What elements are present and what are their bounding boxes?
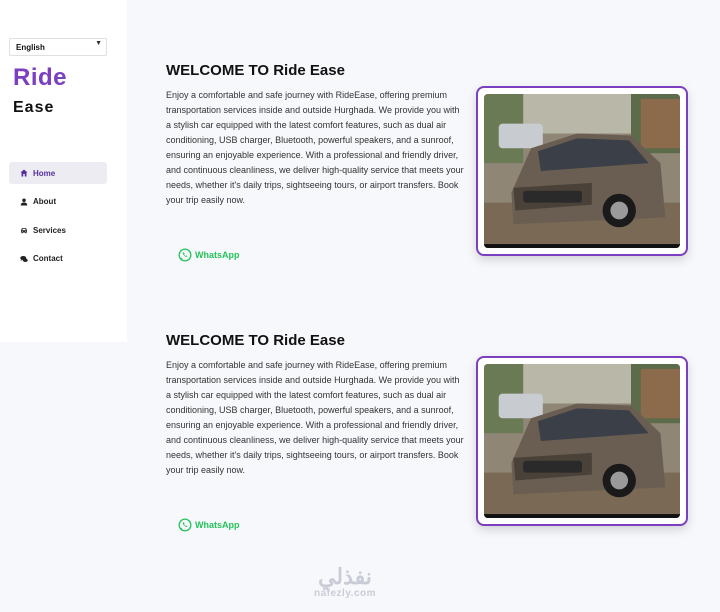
language-select[interactable]: English ▼ (9, 38, 107, 56)
whatsapp-icon (178, 248, 192, 262)
nav-item-home[interactable]: Home (9, 162, 107, 184)
whatsapp-button[interactable]: WhatsApp (178, 248, 240, 262)
whatsapp-label: WhatsApp (195, 520, 240, 530)
section-title: WELCOME TO Ride Ease (166, 62, 345, 79)
watermark-arabic: نفذلي (318, 564, 372, 589)
home-icon (18, 169, 30, 177)
language-select-value: English (16, 43, 45, 52)
brand-line-2: Ease (13, 99, 55, 116)
section-body: Enjoy a comfortable and safe journey wit… (166, 360, 464, 475)
nav-item-label: Home (33, 168, 56, 178)
section-body: Enjoy a comfortable and safe journey wit… (166, 90, 464, 205)
nav-item-label: Services (33, 225, 66, 235)
nav-item-label: About (33, 197, 57, 206)
sidebar: English ▼ Ride Ease Home About Services (0, 0, 127, 342)
whatsapp-label: WhatsApp (195, 250, 240, 260)
car-photo (484, 94, 680, 248)
nav-item-about[interactable]: About (9, 191, 107, 213)
nav-item-contact[interactable]: Contact (9, 248, 107, 270)
section-title: WELCOME TO Ride Ease (166, 332, 345, 349)
welcome-section-1: WELCOME TO Ride Ease Enjoy a comfortable… (166, 62, 706, 262)
user-icon (18, 198, 30, 206)
chevron-down-icon: ▼ (95, 40, 102, 47)
nav-item-label: Contact (33, 254, 63, 263)
whatsapp-icon (178, 518, 192, 532)
welcome-section-2: WELCOME TO Ride Ease Enjoy a comfortable… (166, 332, 706, 532)
watermark-latin: nafezly.com (314, 588, 376, 599)
car-photo (484, 364, 680, 518)
watermark-logo: نفذلي nafezly.com (314, 564, 376, 599)
main-nav: Home About Services Contact (9, 162, 107, 276)
chat-icon (18, 255, 30, 263)
brand-line-1: Ride (13, 64, 68, 91)
whatsapp-button[interactable]: WhatsApp (178, 518, 240, 532)
car-photo-frame (476, 86, 688, 256)
car-photo-frame (476, 356, 688, 526)
nav-item-services[interactable]: Services (9, 219, 107, 241)
car-icon (18, 226, 30, 234)
